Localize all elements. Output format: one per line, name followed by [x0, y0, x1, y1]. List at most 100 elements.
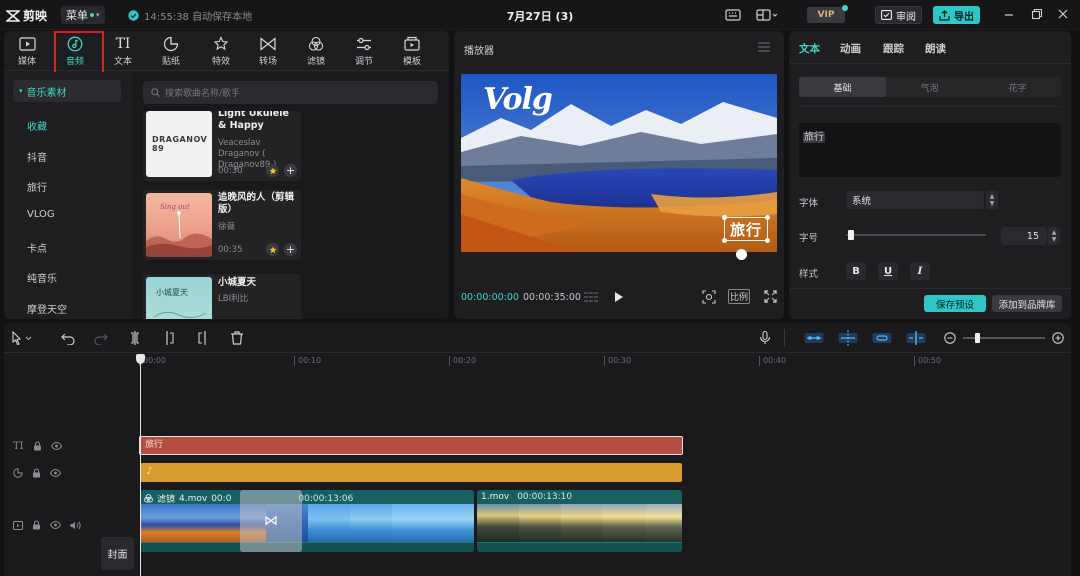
ratio-button[interactable]: 比例: [728, 289, 750, 304]
split-icon[interactable]: [128, 331, 142, 345]
eye-icon[interactable]: [50, 521, 61, 529]
add-music-button[interactable]: +: [284, 164, 297, 177]
text-clip[interactable]: 旅行: [139, 436, 683, 455]
zoom-slider[interactable]: [963, 333, 1045, 343]
sidebar-item-douyin[interactable]: 抖音: [27, 149, 47, 164]
preview-axis-icon[interactable]: [906, 330, 926, 346]
transition-block[interactable]: ⋈: [240, 490, 302, 552]
zoom-in-icon[interactable]: [1052, 332, 1064, 344]
menu-button[interactable]: 菜单 ▾: [61, 6, 105, 24]
music-card[interactable]: Sing out 追晚风的人（剪辑版） 徐薇 00:35 +: [143, 190, 301, 260]
resize-handle[interactable]: [722, 215, 727, 220]
video-clip[interactable]: 1.mov 00:00:13:10: [477, 490, 682, 552]
trim-right-icon[interactable]: [196, 331, 210, 345]
tab-tracking[interactable]: 跟踪: [883, 41, 904, 56]
sidebar-item-beat[interactable]: 卡点: [27, 240, 47, 255]
vip-button[interactable]: VIP: [807, 5, 848, 23]
export-button[interactable]: 导出: [933, 6, 980, 24]
sidebar-item-vlog[interactable]: VLOG: [27, 209, 55, 220]
undo-icon[interactable]: [61, 331, 75, 345]
cover-button[interactable]: 封面: [101, 537, 134, 570]
sidebar-item-modern-sky[interactable]: 摩登天空: [27, 301, 67, 316]
main-track-magnet-icon[interactable]: [804, 330, 824, 346]
menu-dot-indicator: [90, 13, 94, 17]
add-music-button[interactable]: +: [284, 243, 297, 256]
minimize-icon[interactable]: [1003, 8, 1015, 20]
add-to-brand-library-button[interactable]: 添加到品牌库: [992, 295, 1062, 312]
keyboard-icon[interactable]: [725, 8, 741, 22]
delete-icon[interactable]: [230, 331, 244, 345]
tab-adjust[interactable]: 调节: [341, 31, 387, 71]
sidebar-item-pure-music[interactable]: 纯音乐: [27, 270, 57, 285]
zoom-out-icon[interactable]: [944, 332, 956, 344]
italic-button[interactable]: I: [910, 262, 930, 280]
restore-icon[interactable]: [1031, 8, 1043, 20]
rotate-handle-icon[interactable]: [736, 249, 747, 260]
eye-icon[interactable]: [50, 442, 62, 450]
select-cursor-icon[interactable]: [11, 331, 33, 345]
music-search-input[interactable]: 搜索歌曲名称/歌手: [143, 81, 438, 104]
resize-handle[interactable]: [765, 215, 770, 220]
underline-button[interactable]: U: [878, 262, 898, 280]
tab-template[interactable]: 模板: [389, 31, 435, 71]
fit-to-screen-icon[interactable]: [702, 290, 716, 304]
favorite-star-icon[interactable]: [266, 243, 279, 256]
tab-filter[interactable]: 滤镜: [293, 31, 339, 71]
video-clip[interactable]: 滤镜 4.mov 00:0 00:00:13:06: [140, 490, 474, 552]
font-size-slider[interactable]: [846, 230, 986, 240]
zoom-slider-knob[interactable]: [975, 333, 980, 343]
tab-read-aloud[interactable]: 朗读: [925, 41, 946, 56]
music-title: Light Ukulele & Happy: [218, 111, 289, 131]
hamburger-menu-icon[interactable]: [758, 42, 770, 52]
play-icon[interactable]: [614, 291, 624, 303]
audio-clip[interactable]: ♪: [140, 463, 682, 482]
subtab-basic[interactable]: 基础: [799, 77, 886, 97]
tab-media[interactable]: 媒体: [4, 31, 50, 71]
sidebar-item-travel[interactable]: 旅行: [27, 179, 47, 194]
close-icon[interactable]: [1057, 8, 1069, 20]
playhead[interactable]: [136, 354, 145, 576]
tab-text[interactable]: TI 文本: [100, 31, 146, 71]
font-size-input[interactable]: 15: [1001, 227, 1047, 245]
music-card[interactable]: 小城夏天 小城夏天 LBI利比: [143, 274, 301, 319]
eye-icon[interactable]: [50, 469, 61, 477]
playhead-handle[interactable]: [136, 354, 145, 364]
timeline-ruler[interactable]: 00:00 00:10 00:20 00:30 00:40 00:50: [139, 354, 1071, 370]
redo-icon[interactable]: [94, 331, 108, 345]
waveform-grid-icon[interactable]: [583, 291, 599, 303]
font-size-stepper[interactable]: ▲ ▼: [1048, 227, 1060, 245]
tab-text-props[interactable]: 文本: [799, 41, 820, 56]
tab-effects[interactable]: 特效: [198, 31, 244, 71]
font-select[interactable]: 系统: [846, 191, 984, 209]
favorite-star-icon[interactable]: [266, 164, 279, 177]
speaker-icon[interactable]: [70, 521, 81, 530]
music-artist: LBI利比: [218, 294, 249, 304]
lock-icon[interactable]: [33, 441, 42, 451]
music-card[interactable]: DRAGANOV 89 Light Ukulele & Happy Veaces…: [143, 111, 301, 181]
resize-handle[interactable]: [722, 238, 727, 243]
sidebar-category-music[interactable]: ▾ 音乐素材: [13, 80, 121, 102]
bold-button[interactable]: B: [846, 262, 866, 280]
trim-left-icon[interactable]: [162, 331, 176, 345]
tab-transition[interactable]: 转场: [245, 31, 291, 71]
lock-icon[interactable]: [32, 468, 41, 478]
text-content-input[interactable]: 旅行: [799, 123, 1061, 177]
slider-knob[interactable]: [848, 230, 854, 240]
layout-icon[interactable]: [756, 8, 778, 22]
resize-handle[interactable]: [765, 238, 770, 243]
font-select-chevron[interactable]: ▲ ▼: [986, 191, 998, 209]
save-preset-button[interactable]: 保存预设: [924, 295, 986, 312]
sidebar-item-favorites[interactable]: 收藏: [27, 118, 47, 133]
subtab-bubble[interactable]: 气泡: [886, 77, 973, 97]
auto-snap-icon[interactable]: [838, 330, 858, 346]
fullscreen-icon[interactable]: [764, 290, 777, 303]
tab-animation[interactable]: 动画: [840, 41, 861, 56]
overlay-text-box[interactable]: 旅行: [722, 215, 770, 243]
video-preview[interactable]: Volg 旅行: [461, 74, 777, 252]
review-button[interactable]: 审阅: [875, 6, 922, 24]
subtab-fancy-text[interactable]: 花字: [974, 77, 1061, 97]
tab-sticker[interactable]: 贴纸: [148, 31, 194, 71]
lock-icon[interactable]: [32, 520, 41, 530]
microphone-icon[interactable]: [758, 331, 772, 345]
linkage-icon[interactable]: [872, 330, 892, 346]
